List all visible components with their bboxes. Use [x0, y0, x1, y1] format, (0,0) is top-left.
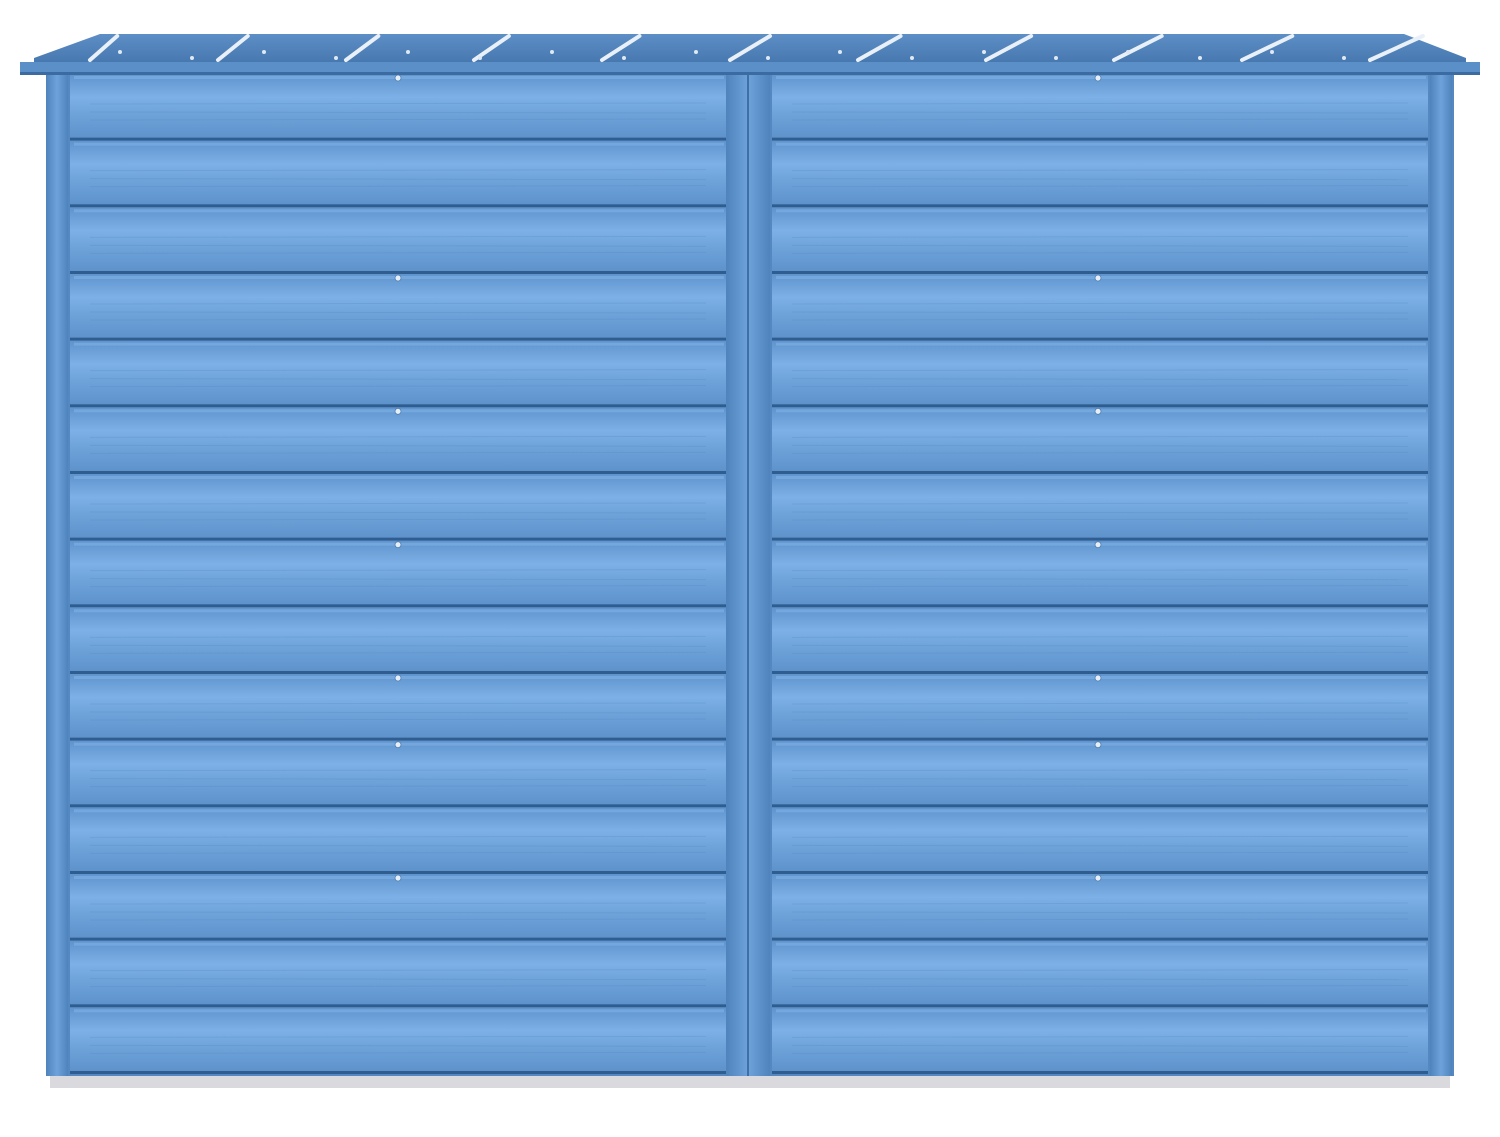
wall-slat — [70, 407, 726, 474]
wall-slat — [772, 1007, 1428, 1074]
screw-icon — [1094, 874, 1102, 882]
screw-icon — [262, 50, 266, 54]
wall-slat — [70, 874, 726, 941]
screw-icon — [334, 56, 338, 60]
wall-slat — [772, 274, 1428, 341]
screw-icon — [766, 56, 770, 60]
wall-slat — [70, 474, 726, 541]
shed-image — [0, 0, 1500, 1137]
wall-slat — [70, 740, 726, 808]
wall-slat — [772, 474, 1428, 541]
screw-icon — [1094, 74, 1102, 82]
shed-base — [50, 1074, 1450, 1088]
right-corner-trim — [1430, 70, 1452, 1076]
wall-slat — [70, 1007, 726, 1074]
screw-icon — [394, 741, 402, 749]
wall-slat — [772, 607, 1428, 674]
shed-illustration — [20, 34, 1480, 1088]
right-wall-panel — [772, 74, 1428, 1074]
wall-slat — [70, 274, 726, 341]
screw-icon — [1054, 56, 1058, 60]
wall-slat — [70, 74, 726, 141]
screw-icon — [694, 50, 698, 54]
screw-icon — [1342, 56, 1346, 60]
screw-icon — [1094, 407, 1102, 415]
screw-icon — [1094, 541, 1102, 549]
screw-icon — [1094, 674, 1102, 682]
screw-icon — [478, 56, 482, 60]
wall-slat — [772, 407, 1428, 474]
wall-slat — [70, 807, 726, 874]
screw-icon — [1198, 56, 1202, 60]
screw-icon — [1270, 50, 1274, 54]
wall-slat — [70, 207, 726, 274]
wall-slat — [772, 140, 1428, 208]
wall-slat — [772, 207, 1428, 274]
wall-slat — [70, 540, 726, 608]
roof — [20, 34, 1480, 75]
screw-icon — [190, 56, 194, 60]
wall-slat — [772, 807, 1428, 874]
screw-icon — [838, 50, 842, 54]
screw-icon — [1094, 741, 1102, 749]
screw-icon — [550, 50, 554, 54]
wall-slat — [772, 740, 1428, 808]
screw-icon — [982, 50, 986, 54]
screw-icon — [394, 874, 402, 882]
wall-slat — [70, 340, 726, 408]
left-wall-panel — [70, 74, 726, 1074]
wall-slat — [772, 874, 1428, 941]
wall-slat — [70, 940, 726, 1008]
screw-icon — [622, 56, 626, 60]
wall-slat — [70, 140, 726, 208]
screw-icon — [394, 407, 402, 415]
wall-slat — [70, 607, 726, 674]
screw-icon — [406, 50, 410, 54]
screw-icon — [118, 50, 122, 54]
wall-slat — [772, 340, 1428, 408]
screw-icon — [394, 674, 402, 682]
screw-icon — [394, 274, 402, 282]
wall-slat — [772, 940, 1428, 1008]
screw-icon — [1094, 274, 1102, 282]
screw-icon — [1126, 50, 1130, 54]
wall-slat — [772, 540, 1428, 608]
screw-icon — [394, 74, 402, 82]
wall-slat — [70, 674, 726, 741]
left-corner-trim — [46, 70, 68, 1076]
wall-slat — [772, 74, 1428, 141]
screw-icon — [910, 56, 914, 60]
wall-slat — [772, 674, 1428, 741]
screw-icon — [394, 541, 402, 549]
